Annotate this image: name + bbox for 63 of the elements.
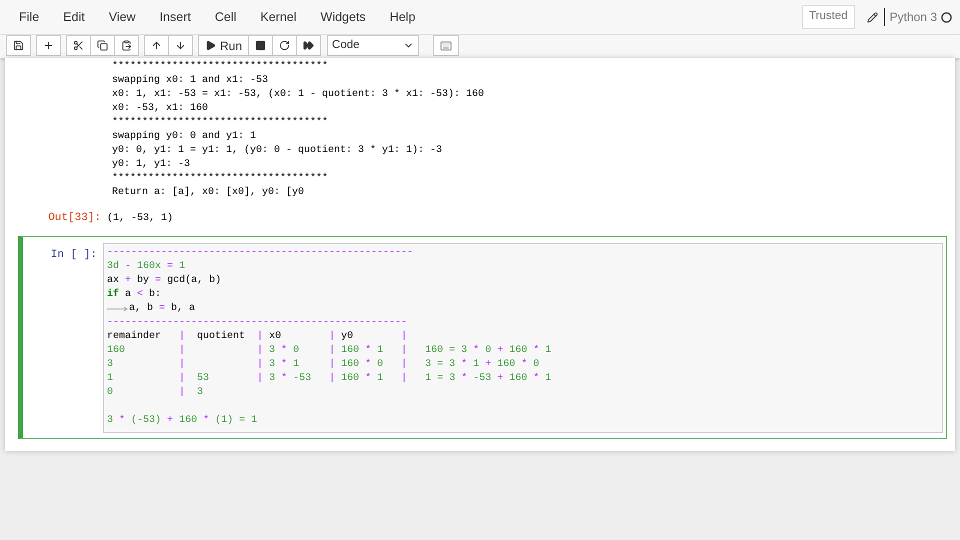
menu-item[interactable]: Insert xyxy=(148,4,202,30)
play-icon xyxy=(205,40,216,51)
output-line: ************************************ xyxy=(112,116,328,130)
restart-button[interactable] xyxy=(272,35,298,56)
paste-icon xyxy=(121,40,132,51)
code-line: 3 | | 3 * 1 | 160 * 0 | 3 = 3 * 1 + 160 * 0 xyxy=(107,358,540,372)
stop-button[interactable] xyxy=(248,35,274,56)
code-line: a, b = b, a xyxy=(129,302,196,316)
trusted-indicator[interactable]: Trusted xyxy=(802,5,855,29)
add-cell-button[interactable] xyxy=(36,35,61,56)
plus-icon xyxy=(43,40,54,51)
code-line: --------------------------------------------------- xyxy=(107,246,414,260)
output-line: y0: 0, y1: 1 = y1: 1, (y0: 0 - quotient: 3 * y1: 1): -3 xyxy=(112,144,442,158)
cell-type-select[interactable]: Code xyxy=(327,35,420,56)
menu-item[interactable]: Widgets xyxy=(310,4,377,30)
run-button[interactable]: Run xyxy=(198,35,250,56)
code-line: if a < b: xyxy=(107,288,162,302)
menu-item[interactable]: Cell xyxy=(204,4,248,30)
run-all-button[interactable] xyxy=(296,35,322,56)
save-icon xyxy=(13,40,24,51)
output-line: swapping y0: 0 and y1: 1 xyxy=(112,130,256,144)
cut-button[interactable] xyxy=(66,35,91,56)
menu-item[interactable]: View xyxy=(98,4,147,30)
kernel-name: Python 3 xyxy=(884,8,937,26)
kernel-idle-icon xyxy=(941,12,952,22)
save-button[interactable] xyxy=(6,35,31,56)
menu-item[interactable]: Help xyxy=(378,4,426,30)
output-line: swapping x0: 1 and x1: -53 xyxy=(112,74,268,88)
output-line: y0: 1, y1: -3 xyxy=(112,158,190,172)
copy-button[interactable] xyxy=(90,35,115,56)
output-value: (1, -53, 1) xyxy=(107,212,174,226)
code-line: -------------------------------------------------- xyxy=(107,316,408,330)
output-line: ************************************ xyxy=(112,60,328,74)
code-line: 3d - 160x = 1 xyxy=(107,260,186,274)
code-cell[interactable] xyxy=(18,236,947,439)
edit-icon[interactable] xyxy=(866,12,878,22)
keyboard-button[interactable] xyxy=(433,35,460,56)
keyboard-icon xyxy=(440,40,452,52)
menu-item[interactable]: Kernel xyxy=(249,4,308,30)
stop-icon xyxy=(255,40,266,51)
output-line: x0: 1, x1: -53 = x1: -53, (x0: 1 - quotient: 3 * x1: -53): 160 xyxy=(112,88,484,102)
output-line: ************************************ xyxy=(112,172,328,186)
code-line: 0 | 3 xyxy=(107,386,204,400)
paste-button[interactable] xyxy=(114,35,139,56)
in-prompt: In [ ]: xyxy=(50,248,98,263)
menu-item[interactable]: File xyxy=(8,4,50,30)
code-line: 3 * (-53) + 160 * (1) = 1 xyxy=(107,414,258,428)
code-line: 1 | 53 | 3 * -53 | 160 * 1 | 1 = 3 * -53 + 160 * 1 xyxy=(107,372,552,386)
code-line: 160 | | 3 * 0 | 160 * 1 | 160 = 3 * 0 + 160 * 1 xyxy=(107,344,552,358)
arrow-down-icon xyxy=(175,40,186,51)
move-up-button[interactable] xyxy=(144,35,169,56)
out-prompt: Out[33]: xyxy=(47,210,102,226)
menu-item[interactable]: Edit xyxy=(52,4,96,30)
output-line: Return a: [a], x0: [x0], y0: [y0 xyxy=(112,186,304,200)
copy-icon xyxy=(97,40,108,51)
scissors-icon xyxy=(73,40,84,51)
restart-icon xyxy=(279,40,290,51)
arrow-up-icon xyxy=(151,40,162,51)
move-down-button[interactable] xyxy=(168,35,193,56)
code-line: remainder | quotient | x0 | y0 | xyxy=(107,330,408,344)
code-line: ax + by = gcd(a, b) xyxy=(107,274,222,288)
fast-forward-icon xyxy=(303,40,314,51)
output-line: x0: -53, x1: 160 xyxy=(112,102,208,116)
